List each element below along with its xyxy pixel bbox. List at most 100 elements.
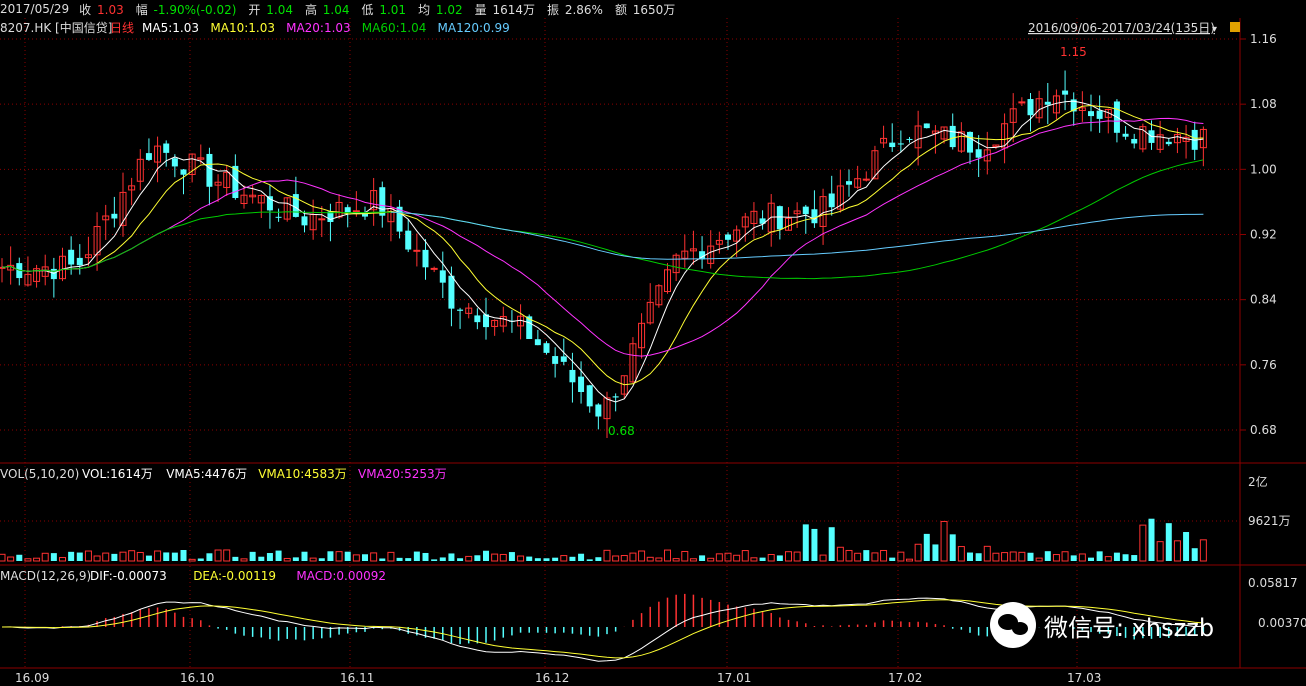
volume-bar	[422, 552, 429, 561]
volume-bar	[240, 558, 248, 562]
volume-bar	[483, 550, 489, 561]
volume-bar	[854, 552, 862, 562]
volume-bar	[1070, 555, 1077, 561]
x-tick-label: 17.02	[888, 671, 922, 685]
volume-bar	[1165, 523, 1172, 561]
candle-body	[975, 149, 982, 158]
candle-body	[846, 181, 852, 185]
volume-bar	[249, 551, 256, 561]
volume-bar	[638, 550, 646, 562]
candle-body	[906, 138, 913, 140]
volume-bar	[197, 558, 204, 561]
candle-body	[811, 209, 818, 224]
volume-indicator: VOL:1614万	[82, 467, 153, 481]
volume-bar	[283, 557, 291, 562]
candle-body	[171, 158, 178, 167]
volume-bar	[845, 549, 853, 562]
volume-bar	[145, 555, 152, 561]
volume-bar	[914, 543, 922, 562]
volume-bar	[646, 556, 654, 562]
price-indicator: MA60:1.04	[362, 21, 427, 35]
volume-bar	[724, 552, 732, 562]
volume-bar	[1052, 554, 1060, 562]
volume-bar	[1156, 541, 1164, 562]
volume-bar	[1027, 552, 1034, 561]
watermark: 微信号: xhszzb	[990, 602, 1214, 648]
volume-bar	[448, 553, 455, 561]
volume-bar	[940, 520, 948, 562]
volume-bar	[776, 555, 783, 561]
volume-bar	[932, 544, 939, 561]
volume-bar	[491, 553, 499, 562]
volume-bar	[552, 557, 559, 561]
wechat-icon	[990, 602, 1036, 648]
candle-body	[405, 230, 412, 250]
volume-bar	[526, 556, 533, 561]
volume-bar	[292, 557, 299, 561]
candle-body	[802, 206, 809, 215]
macd-indicator: DEA:-0.00119	[193, 569, 276, 583]
volume-bar	[214, 549, 222, 562]
volume-bar	[206, 553, 213, 561]
volume-bar	[370, 552, 378, 562]
volume-bar	[1009, 551, 1017, 562]
volume-bar	[188, 558, 196, 562]
volume-bar	[163, 552, 170, 561]
volume-bar	[171, 552, 178, 561]
macd-indicator: DIF:-0.00073	[90, 569, 167, 583]
volume-bar	[68, 551, 75, 561]
volume-bar	[223, 549, 231, 562]
volume-bar	[923, 533, 930, 561]
candle-body	[68, 249, 75, 265]
candle-body	[422, 249, 429, 268]
volume-bar	[699, 555, 706, 561]
chevron-down-icon: ▾	[1212, 24, 1217, 35]
volume-bar	[0, 553, 6, 562]
volume-bar	[750, 557, 758, 562]
x-tick-label: 17.03	[1067, 671, 1101, 685]
volume-bar	[335, 551, 343, 562]
ma10-line	[1, 104, 1204, 386]
volume-bar	[413, 551, 420, 561]
volume-bar	[119, 551, 127, 562]
volume-bar	[154, 550, 162, 562]
candle-body	[543, 343, 550, 353]
candle-body	[828, 193, 835, 208]
candle-body	[725, 234, 731, 240]
volume-bar	[352, 554, 360, 562]
volume-bar	[836, 546, 844, 562]
volume-bar	[897, 551, 905, 562]
volume-bar	[863, 550, 870, 561]
volume-bar	[1191, 548, 1198, 561]
volume-bar	[767, 554, 775, 562]
candle-body	[578, 376, 585, 392]
price-indicator: MA20:1.03	[286, 21, 351, 35]
volume-bar	[681, 550, 689, 562]
volume-bar	[1148, 518, 1155, 561]
volume-bar	[819, 554, 827, 562]
volume-bar	[1018, 551, 1026, 562]
volume-bar	[431, 559, 438, 561]
volume-bar	[1061, 551, 1069, 562]
stock-chart[interactable]: 1.16 1.08 1.00 0.92 0.84 0.76 0.68 16.09 16.10 16…	[0, 0, 1306, 686]
volume-bar	[1131, 555, 1138, 561]
candle-body	[1027, 99, 1034, 116]
macd-tick-label: 0.05817	[1248, 576, 1298, 590]
volume-bar	[612, 555, 620, 562]
volume-indicator: VMA10:4583万	[258, 467, 347, 481]
volume-bar	[439, 557, 446, 561]
x-tick-label: 16.12	[535, 671, 569, 685]
candle-body	[275, 216, 282, 218]
volume-bar	[59, 557, 66, 562]
volume-bar	[301, 551, 308, 561]
price-tick-label: 1.08	[1250, 97, 1277, 111]
volume-bar	[586, 559, 593, 561]
volume-bar	[76, 552, 83, 561]
volume-bar	[983, 545, 991, 562]
candle-body	[889, 142, 896, 148]
volume-bar	[327, 551, 334, 561]
volume-bar	[1113, 552, 1120, 561]
volume-bar	[1044, 551, 1051, 561]
volume-bar	[396, 557, 403, 561]
volume-bar	[1183, 532, 1190, 561]
